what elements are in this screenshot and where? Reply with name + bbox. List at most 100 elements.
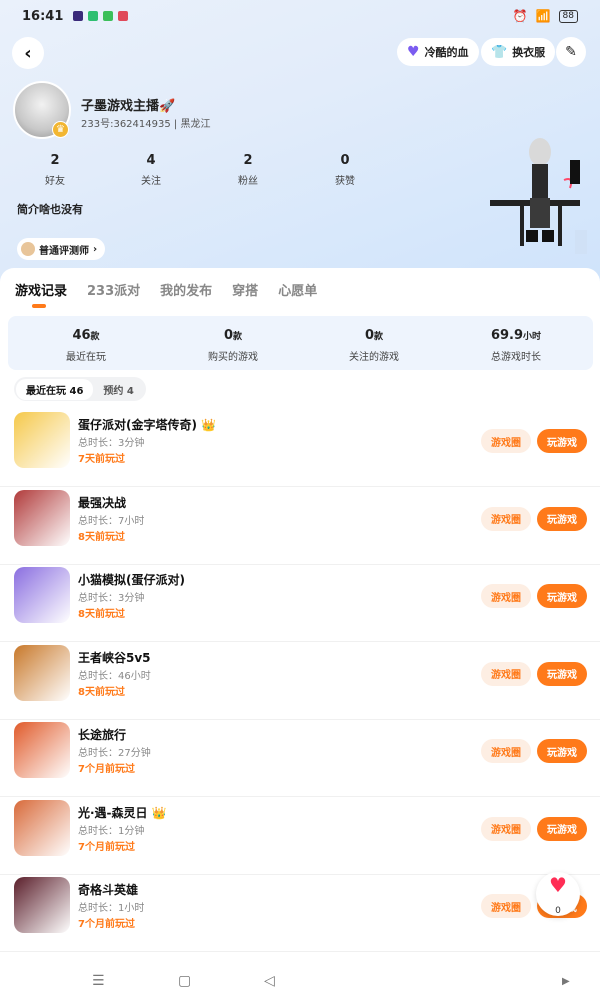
tab-my-posts[interactable]: 我的发布 <box>160 280 212 299</box>
game-row[interactable]: 王者峡谷5v5 总时长：46小时 8天前玩过 游戏圈 玩游戏 <box>0 643 600 720</box>
edit-profile-button[interactable]: ✎ <box>556 37 586 67</box>
game-row[interactable]: 蛋仔派对(金字塔传奇) 👑 总时长：3分钟 7天前玩过 游戏圈 玩游戏 <box>0 410 600 487</box>
filter-reserved-chip[interactable]: 预约 4 <box>93 379 143 400</box>
stat-label: 粉丝 <box>238 176 258 187</box>
game-row[interactable]: 小猫模拟(蛋仔派对) 总时长：3分钟 8天前玩过 游戏圈 玩游戏 <box>0 565 600 642</box>
summary-label: 最近在玩 <box>66 352 106 363</box>
game-filter: 最近在玩 46 预约 4 <box>14 377 146 401</box>
game-circle-button[interactable]: 游戏圈 <box>481 661 531 686</box>
stat-followers[interactable]: 2 粉丝 <box>218 153 278 187</box>
tab-outfit[interactable]: 穿搭 <box>232 280 258 299</box>
status-time: 16:41 <box>22 8 64 24</box>
game-circle-button[interactable]: 游戏圈 <box>481 429 531 453</box>
battery-indicator: 88 <box>558 9 578 23</box>
forward-icon[interactable]: ▶ <box>562 976 570 987</box>
summary-unit: 款 <box>90 332 100 342</box>
tester-label: 普通评测师 <box>39 245 89 257</box>
game-duration: 总时长：3分钟 <box>78 593 145 604</box>
tester-badge[interactable]: 普通评测师 › <box>17 238 106 260</box>
game-circle-button[interactable]: 游戏圈 <box>481 584 531 608</box>
stat-following[interactable]: 4 关注 <box>121 153 181 187</box>
shirt-icon: 👕 <box>491 44 508 60</box>
crown-icon: 👑 <box>151 805 167 820</box>
menu-icon[interactable]: ☰ <box>92 973 105 989</box>
game-icon[interactable] <box>14 567 70 623</box>
play-game-button[interactable]: 玩游戏 <box>537 506 587 531</box>
game-title-line: 蛋仔派对(金字塔传奇) 👑 <box>78 416 216 433</box>
game-circle-button[interactable]: 游戏圈 <box>481 506 531 531</box>
game-icon[interactable] <box>14 644 70 701</box>
game-row[interactable]: 长途旅行 总时长：27分钟 7个月前玩过 游戏圈 玩游戏 <box>0 720 600 797</box>
stat-number: 2 <box>50 153 60 168</box>
game-circle-button[interactable]: 游戏圈 <box>481 816 531 841</box>
play-game-button[interactable]: 玩游戏 <box>537 429 587 453</box>
stat-likes[interactable]: 0 获赞 <box>315 153 375 187</box>
game-row[interactable]: 奇格斗英雄总时长：1小时7个月前玩过游戏圈玩游戏 <box>0 875 600 952</box>
game-duration: 总时长：1分钟 <box>78 825 145 837</box>
summary-number: 0 <box>364 328 375 343</box>
game-title: 小猫模拟(蛋仔派对) <box>78 573 185 587</box>
game-icon[interactable] <box>14 722 70 778</box>
change-outfit-button[interactable]: 👕 换衣服 <box>481 38 556 66</box>
game-circle-button[interactable]: 游戏圈 <box>481 739 531 763</box>
summary-total-time[interactable]: 69.9小时 总游戏时长 <box>446 324 586 363</box>
stat-label: 获赞 <box>335 176 355 187</box>
game-icon[interactable] <box>14 877 70 933</box>
tab-233-party[interactable]: 233派对 <box>87 280 140 299</box>
filter-recent-chip[interactable]: 最近在玩 46 <box>16 378 94 400</box>
game-duration: 总时长：7小时 <box>78 515 145 527</box>
game-last-played: 7天前玩过 <box>78 454 125 465</box>
summary-recent[interactable]: 46款 最近在玩 <box>16 324 156 363</box>
game-duration: 总时长：46小时 <box>78 670 151 682</box>
summary-number: 69.9 <box>490 328 524 343</box>
floating-like-button[interactable]: ♥ 0 <box>536 872 580 916</box>
character-avatar-image <box>490 138 587 254</box>
change-outfit-label: 换衣服 <box>512 46 546 59</box>
game-icon[interactable] <box>14 799 70 856</box>
pencil-icon: ✎ <box>565 44 577 60</box>
blood-chip-label: 冷酷的血 <box>424 46 469 59</box>
stat-number: 0 <box>340 153 350 168</box>
game-last-played: 8天前玩过 <box>78 531 125 543</box>
back-button[interactable]: ‹ <box>12 37 44 69</box>
play-game-button[interactable]: 玩游戏 <box>537 584 587 608</box>
blood-chip[interactable]: ♥ 冷酷的血 <box>397 38 479 66</box>
summary-unit: 款 <box>233 332 243 342</box>
game-circle-button[interactable]: 游戏圈 <box>481 894 531 918</box>
summary-followed[interactable]: 0款 关注的游戏 <box>304 324 444 363</box>
game-title: 王者峡谷5v5 <box>78 650 151 665</box>
crown-icon: 👑 <box>200 418 216 432</box>
game-icon[interactable] <box>14 412 70 468</box>
chevron-right-icon: › <box>93 243 98 255</box>
summary-unit: 小时 <box>523 332 542 342</box>
app-icon <box>118 11 129 21</box>
game-title: 蛋仔派对(金字塔传奇) <box>78 418 197 432</box>
play-game-button[interactable]: 玩游戏 <box>537 661 587 686</box>
play-game-button[interactable]: 玩游戏 <box>537 816 587 841</box>
game-last-played: 7个月前玩过 <box>78 919 135 930</box>
stat-number: 4 <box>146 153 156 168</box>
home-icon[interactable]: ▢ <box>178 973 191 989</box>
back-icon[interactable]: ◁ <box>264 973 275 989</box>
stat-friends[interactable]: 2 好友 <box>25 153 85 187</box>
summary-unit: 款 <box>374 332 384 342</box>
game-title: 长途旅行 <box>78 728 127 742</box>
status-bar: 16:41 ⏰ 📶 88 <box>0 0 600 32</box>
play-game-button[interactable]: 玩游戏 <box>537 739 587 763</box>
game-row[interactable]: 最强决战 总时长：7小时 8天前玩过 游戏圈 玩游戏 <box>0 488 600 565</box>
summary-label: 关注的游戏 <box>349 352 399 363</box>
game-last-played: 8天前玩过 <box>78 686 125 698</box>
system-nav-bar: ☰ ▢ ◁ ▶ <box>0 962 600 1000</box>
summary-purchased[interactable]: 0款 购买的游戏 <box>163 324 303 363</box>
tab-wishlist[interactable]: 心愿单 <box>278 280 317 299</box>
game-last-played: 7个月前玩过 <box>78 841 135 853</box>
game-duration: 总时长：1小时 <box>78 903 145 914</box>
game-row[interactable]: 光·遇-森灵日 👑 总时长：1分钟 7个月前玩过 游戏圈 玩游戏 <box>0 798 600 875</box>
bio-text: 简介啥也没有 <box>17 203 83 216</box>
game-duration: 总时长：3分钟 <box>78 438 145 449</box>
game-title: 光·遇-森灵日 <box>78 805 148 820</box>
game-icon[interactable] <box>14 489 70 546</box>
game-summary: 46款 最近在玩 0款 购买的游戏 0款 关注的游戏 69.9小时 总游戏时长 <box>8 316 593 370</box>
tab-game-record[interactable]: 游戏记录 <box>15 280 67 299</box>
game-duration: 总时长：27分钟 <box>78 748 151 759</box>
